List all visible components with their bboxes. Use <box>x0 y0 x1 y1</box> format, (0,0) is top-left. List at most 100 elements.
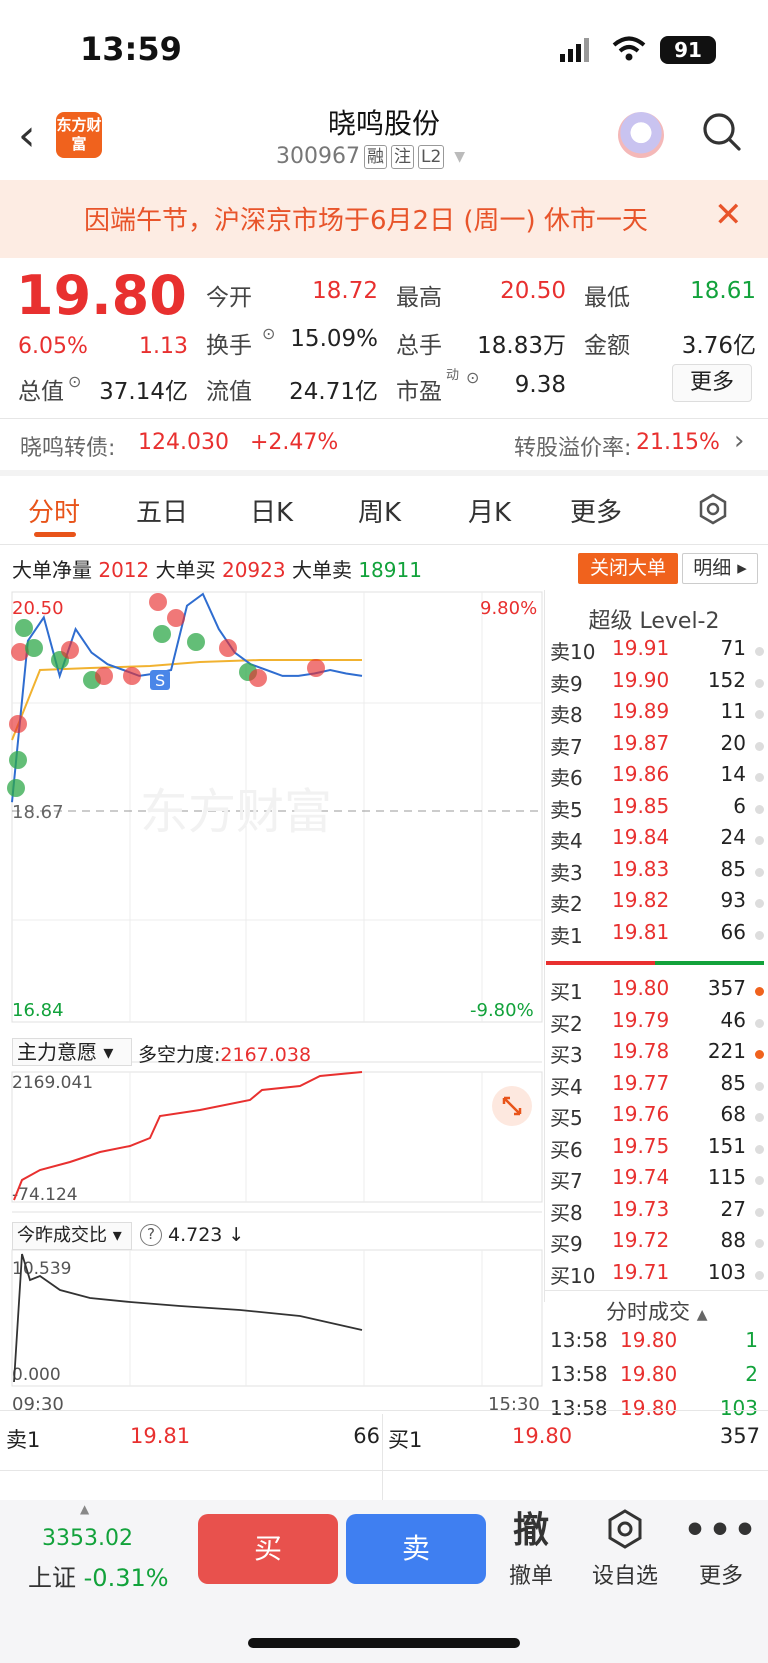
gear-icon[interactable] <box>696 492 730 526</box>
more-button[interactable]: ••• 更多 <box>676 1508 766 1590</box>
tick-time: 13:58 <box>550 1328 608 1352</box>
order-book-row[interactable]: 卖1 19.81 66 <box>550 920 764 951</box>
cancel-icon: 撤 <box>512 1510 549 1551</box>
order-dot-icon <box>755 899 764 908</box>
order-dot-icon <box>755 710 764 719</box>
order-book-row[interactable]: 买10 19.71 103 <box>550 1260 764 1291</box>
order-book-row[interactable]: 卖6 19.86 14 <box>550 762 764 793</box>
order-book-row[interactable]: 买8 19.73 27 <box>550 1197 764 1228</box>
change-pct: 6.05% <box>18 334 88 359</box>
cancel-label: 撤单 <box>508 1564 553 1589</box>
tab-more[interactable]: 更多 <box>570 492 622 529</box>
indicator1-selector[interactable]: 主力意愿 ▾ <box>12 1038 132 1066</box>
order-book-row[interactable]: 买5 19.76 68 <box>550 1102 764 1133</box>
order-book-row[interactable]: 卖8 19.89 11 <box>550 699 764 730</box>
tab-monthly-k[interactable]: 月K <box>468 492 511 529</box>
order-book-row[interactable]: 买4 19.77 85 <box>550 1071 764 1102</box>
premium-value: 21.15% <box>636 430 720 455</box>
order-book-row[interactable]: 卖9 19.90 152 <box>550 668 764 699</box>
order-book-row[interactable]: 卖5 19.85 6 <box>550 794 764 825</box>
order-book-row[interactable]: 卖7 19.87 20 <box>550 731 764 762</box>
order-book-row[interactable]: 买2 19.79 46 <box>550 1008 764 1039</box>
tick-volume: 103 <box>719 1396 758 1420</box>
sell-button[interactable]: 卖 <box>346 1514 486 1584</box>
level-label: 卖7 <box>550 734 583 759</box>
order-dot-icon <box>755 1239 764 1248</box>
order-book-row[interactable]: 买7 19.74 115 <box>550 1165 764 1196</box>
order-dot-icon <box>755 1018 764 1028</box>
close-icon[interactable]: ✕ <box>714 198 743 232</box>
assistant-avatar-icon[interactable] <box>618 112 664 158</box>
y-low: 16.84 <box>12 1000 64 1021</box>
order-dot-icon <box>755 987 764 996</box>
dropdown-icon[interactable]: ▼ <box>454 149 465 165</box>
net-label: 大单净量 <box>12 558 92 582</box>
pe-value: 9.38 <box>514 372 566 398</box>
index-value[interactable]: 3353.02 <box>42 1526 133 1551</box>
info-icon[interactable]: ⊙ <box>466 368 479 387</box>
ind2-min: 0.000 <box>12 1365 61 1385</box>
level-label: 卖2 <box>550 892 583 916</box>
order-dot-icon <box>755 1050 764 1059</box>
l1-buy-price: 19.80 <box>512 1424 573 1448</box>
level-volume: 24 <box>720 825 746 849</box>
order-book-row[interactable]: 买3 19.78 221 <box>550 1039 764 1070</box>
hexagon-icon <box>580 1508 670 1554</box>
index-name[interactable]: 上证 -0.31% <box>28 1558 169 1593</box>
level-price: 19.83 <box>612 856 670 881</box>
convertible-label[interactable]: 晓鸣转债: <box>20 430 115 462</box>
level-price: 19.90 <box>612 667 670 692</box>
order-book-row[interactable]: 卖4 19.84 24 <box>550 825 764 856</box>
level-volume: 93 <box>720 888 746 912</box>
turnover-label: 换手 <box>206 333 252 359</box>
big-order-summary: 大单净量 2012 大单买 20923 大单卖 18911 <box>12 554 422 583</box>
l1-sell-label: 卖1 <box>6 1428 41 1452</box>
order-book-row[interactable]: 卖2 19.82 93 <box>550 888 764 919</box>
help-icon[interactable]: ? <box>140 1224 162 1246</box>
stock-code: 300967 <box>276 144 360 169</box>
order-book-row[interactable]: 买6 19.75 151 <box>550 1134 764 1165</box>
order-book-row[interactable]: 卖10 19.91 71 <box>550 636 764 667</box>
level-volume: 115 <box>707 1165 746 1189</box>
margin-tag: 融 <box>363 144 387 169</box>
info-icon[interactable]: ⊙ <box>68 372 81 391</box>
info-icon[interactable]: ⊙ <box>262 324 275 343</box>
add-watchlist-button[interactable]: 设自选 <box>580 1508 670 1590</box>
tab-daily-k[interactable]: 日K <box>250 492 293 529</box>
net-value: 2012 <box>98 558 150 582</box>
order-book-row[interactable]: 买1 19.80 357 <box>550 976 764 1007</box>
detail-button[interactable]: 明细 ▸ <box>682 553 758 584</box>
level-label: 卖6 <box>550 766 583 790</box>
ticks-title[interactable]: 分时成交 ▲ <box>606 1296 707 1326</box>
price-line <box>11 592 363 803</box>
turnover-value: 15.09% <box>290 326 378 352</box>
level-volume: 46 <box>720 1007 746 1032</box>
chevron-right-icon[interactable]: › <box>734 426 744 456</box>
tick-row: 13:58 19.80 1 <box>550 1328 762 1360</box>
indicator2-selector[interactable]: 今昨成交比 ▾ <box>12 1222 132 1250</box>
level-volume: 357 <box>707 976 746 1000</box>
more-fields-button[interactable]: 更多 <box>672 364 752 402</box>
caret-up-icon[interactable]: ▲ <box>80 1502 89 1516</box>
intraday-chart[interactable]: 东方财富 20.50 18.67 16.84 9.80% -9.80% S 21… <box>0 590 544 1430</box>
more-dots-icon: ••• <box>683 1510 759 1551</box>
level-price: 19.89 <box>612 699 670 723</box>
stock-subline[interactable]: 300967 融 注 L2 ▼ <box>276 144 465 169</box>
order-dot-icon <box>755 1176 764 1185</box>
search-icon[interactable] <box>702 112 742 152</box>
level-price: 19.81 <box>612 919 670 944</box>
tab-weekly-k[interactable]: 周K <box>358 492 401 529</box>
tick-price: 19.80 <box>620 1362 678 1386</box>
y-mid: 18.67 <box>12 802 64 823</box>
cancel-order-button[interactable]: 撤 撤单 <box>486 1508 576 1590</box>
close-big-order-button[interactable]: 关闭大单 <box>578 553 678 584</box>
buy-button[interactable]: 买 <box>198 1514 338 1584</box>
pct-high: 9.80% <box>480 598 537 619</box>
tab-intraday[interactable]: 分时 <box>28 492 80 529</box>
level-price: 19.71 <box>612 1259 670 1284</box>
tab-five-day[interactable]: 五日 <box>136 492 188 529</box>
order-book-row[interactable]: 买9 19.72 88 <box>550 1228 764 1259</box>
level-label: 买6 <box>550 1137 583 1162</box>
order-book-row[interactable]: 卖3 19.83 85 <box>550 857 764 888</box>
volume-label: 总手 <box>396 333 442 359</box>
